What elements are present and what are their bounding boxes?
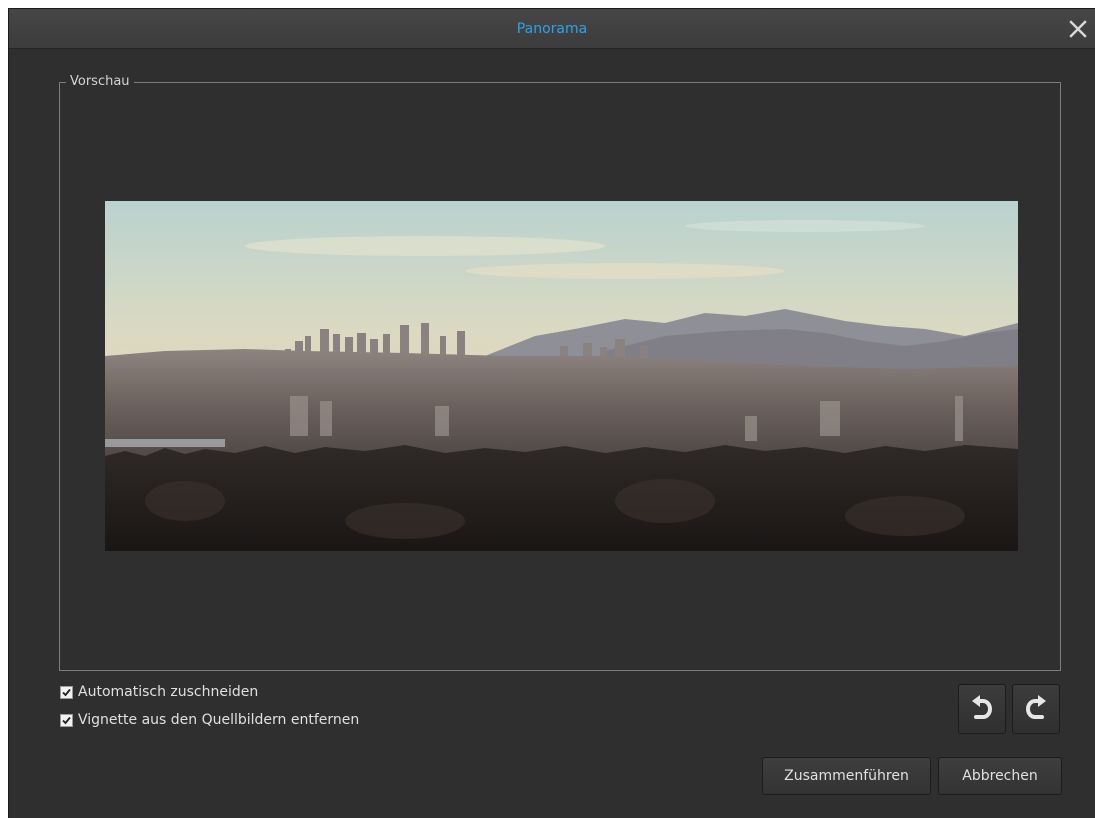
- checkbox-checked-icon[interactable]: [60, 685, 73, 699]
- panorama-preview-image: [105, 201, 1018, 551]
- rotate-right-icon: [1026, 695, 1046, 719]
- remove-vignette-checkbox[interactable]: Vignette aus den Quellbildern entfernen: [60, 711, 359, 729]
- auto-crop-label: Automatisch zuschneiden: [78, 684, 259, 700]
- auto-crop-checkbox[interactable]: Automatisch zuschneiden: [60, 683, 258, 701]
- merge-button[interactable]: Zusammenführen: [762, 757, 931, 795]
- panorama-graphic: [105, 201, 1018, 551]
- close-icon: [1069, 20, 1087, 38]
- title-bar[interactable]: Panorama: [9, 9, 1095, 49]
- remove-vignette-label: Vignette aus den Quellbildern entfernen: [78, 712, 360, 728]
- rotate-right-button[interactable]: [1012, 684, 1060, 734]
- close-button[interactable]: [1063, 13, 1093, 45]
- preview-group-label: Vorschau: [66, 73, 134, 91]
- rotate-left-button[interactable]: [958, 684, 1006, 734]
- panorama-dialog: Panorama Vorschau Automatisch zuschneide…: [8, 8, 1095, 818]
- cancel-button[interactable]: Abbrechen: [938, 757, 1062, 795]
- preview-group: Vorschau: [59, 73, 1061, 671]
- rotate-left-icon: [972, 695, 992, 719]
- checkbox-checked-icon[interactable]: [60, 713, 73, 727]
- window-title: Panorama: [516, 21, 588, 37]
